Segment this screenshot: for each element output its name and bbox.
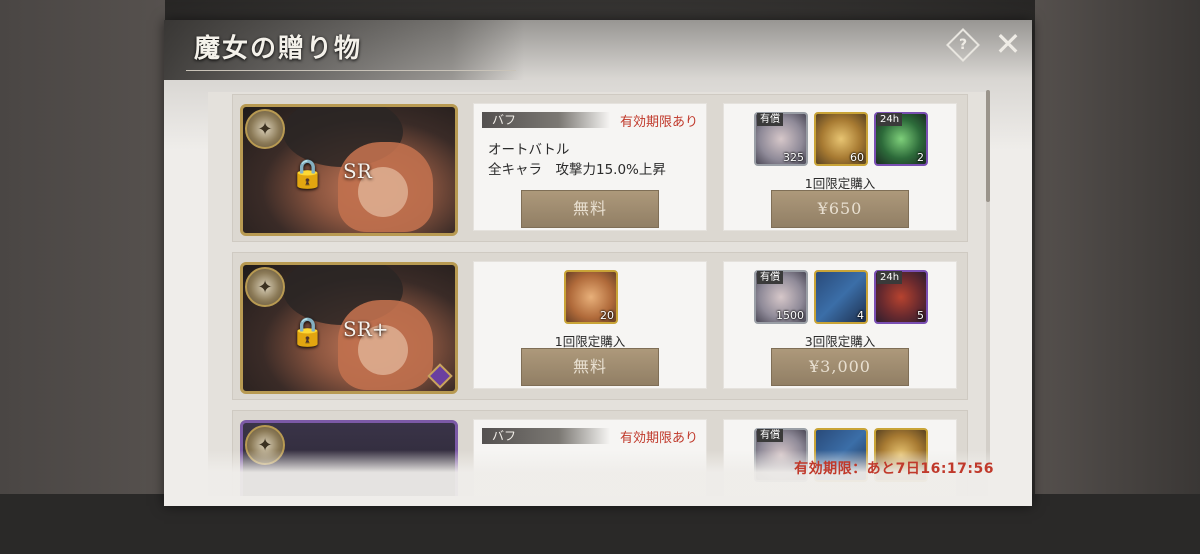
offer-list[interactable]: ✦ 🔒 SR バフ 有効期限あり オートバトル 全キャラ 攻撃力15.0%上昇 … (208, 92, 988, 496)
offer-row: ✦ 🔒 SR+ 20 1回限定購入 無料 有償 1500 4 24h 5 3回限… (232, 252, 968, 400)
price-button[interactable]: ¥3,000 (771, 348, 909, 386)
item-count: 1500 (776, 309, 804, 322)
gold-medal-item[interactable]: 60 (814, 112, 868, 166)
character-portrait[interactable]: ✦ 🔒 SR+ (240, 262, 458, 394)
background-right (1035, 0, 1200, 554)
paid-gem-item[interactable]: 有償 325 (754, 112, 808, 166)
item-tag: 有償 (757, 429, 783, 442)
validity-label: 有効期限あり (619, 431, 698, 446)
paid-gem-item[interactable]: 有償 1500 (754, 270, 808, 324)
item-count: 4 (857, 309, 864, 322)
background-left (0, 0, 165, 554)
scrollbar[interactable] (986, 90, 990, 470)
title-underline (186, 70, 516, 71)
item-tag: 24h (877, 271, 903, 284)
buff-description: オートバトル 全キャラ 攻撃力15.0%上昇 (488, 140, 666, 180)
lock-icon: 🔒 (290, 315, 325, 348)
item-list: 有償 1500 4 24h 5 (754, 270, 928, 324)
dialog-title: 魔女の贈り物 (194, 34, 363, 64)
close-button[interactable]: ✕ (992, 28, 1024, 60)
emblem-icon: ✦ (245, 267, 285, 307)
book-item[interactable]: 4 (814, 270, 868, 324)
free-offer-panel: バフ 有効期限あり オートバトル 全キャラ 攻撃力15.0%上昇 無料 (474, 104, 706, 230)
gift-dialog: 魔女の贈り物 ? ✕ ✦ 🔒 SR バフ 有効期限あり オートバトル 全キャラ … (164, 20, 1032, 506)
rarity-label: SR (343, 159, 372, 183)
rarity-label: SR+ (343, 317, 389, 341)
desc-line: 全キャラ 攻撃力15.0%上昇 (488, 162, 666, 178)
free-offer-panel: 20 1回限定購入 無料 (474, 262, 706, 388)
item-list: 有償 325 60 24h 2 (754, 112, 928, 166)
boost-orb-item[interactable]: 24h 2 (874, 112, 928, 166)
item-count: 60 (850, 151, 864, 164)
emblem-icon: ✦ (245, 109, 285, 149)
validity-label: 有効期限あり (619, 115, 698, 130)
paid-offer-panel: 有償 325 60 24h 2 1回限定購入 ¥650 (724, 104, 956, 230)
item-tag: 24h (877, 113, 903, 126)
buff-label: バフ (482, 112, 610, 128)
character-portrait[interactable]: ✦ 🔒 SR (240, 104, 458, 236)
lock-icon: 🔒 (290, 157, 325, 190)
item-tag: 有償 (757, 271, 783, 284)
item-count: 5 (917, 309, 924, 322)
free-button[interactable]: 無料 (521, 348, 659, 386)
free-button[interactable]: 無料 (521, 190, 659, 228)
fire-orb-item[interactable]: 24h 5 (874, 270, 928, 324)
ticket-item[interactable]: 20 (564, 270, 618, 324)
scroll-thumb[interactable] (986, 90, 990, 202)
buff-label: バフ (482, 428, 610, 444)
help-button[interactable]: ? (946, 28, 980, 62)
item-count: 20 (600, 309, 614, 322)
item-count: 2 (917, 151, 924, 164)
expiry-timer: 有効期限：あと7日16:17:56 (794, 461, 994, 477)
desc-line: オートバトル (488, 142, 570, 158)
price-button[interactable]: ¥650 (771, 190, 909, 228)
paid-offer-panel: 有償 1500 4 24h 5 3回限定購入 ¥3,000 (724, 262, 956, 388)
close-icon: ✕ (994, 25, 1022, 63)
item-count: 325 (783, 151, 804, 164)
help-diamond-icon: ? (946, 28, 980, 62)
item-tag: 有償 (757, 113, 783, 126)
offer-row: ✦ 🔒 SR バフ 有効期限あり オートバトル 全キャラ 攻撃力15.0%上昇 … (232, 94, 968, 242)
item-list: 20 (564, 270, 618, 324)
